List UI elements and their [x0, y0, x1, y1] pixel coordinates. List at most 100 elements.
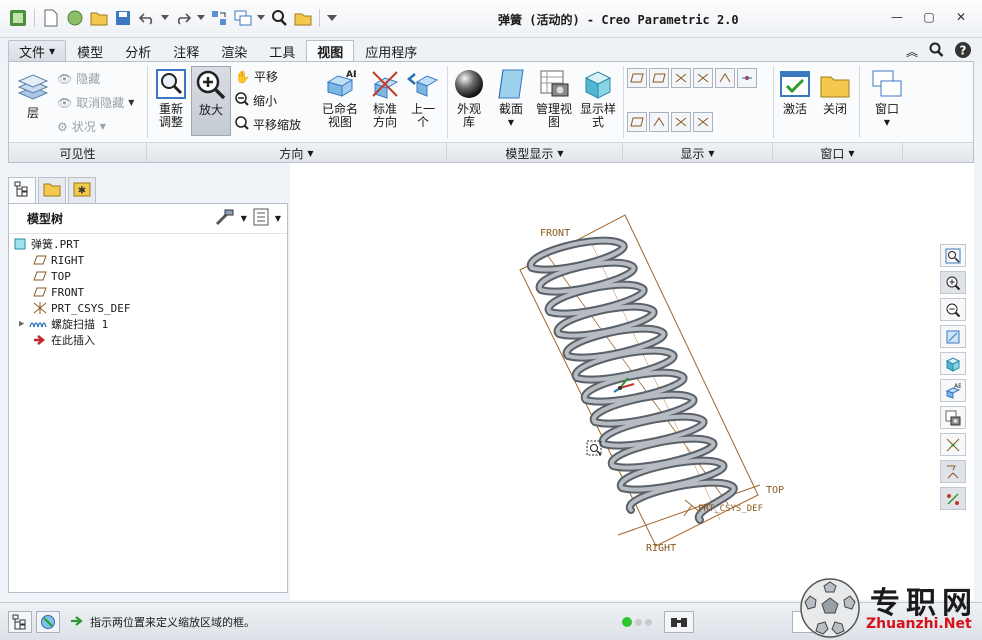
section-button[interactable]: 截面 ▼ — [493, 68, 529, 129]
tree-node-top[interactable]: TOP — [9, 268, 287, 284]
open-folder-icon[interactable] — [89, 8, 109, 28]
appearance-gallery-button[interactable]: 外观 库 — [451, 68, 487, 129]
annotation-display-icon[interactable] — [627, 112, 647, 132]
tab-model[interactable]: 模型 — [66, 40, 114, 62]
model-tree-title: 模型树 — [27, 212, 64, 226]
tab-annotate[interactable]: 注释 — [162, 40, 210, 62]
collapse-ribbon-icon[interactable]: ︽ — [906, 43, 918, 60]
tree-node-right[interactable]: RIGHT — [9, 252, 287, 268]
creo-app-icon[interactable] — [8, 8, 28, 28]
group-orientation[interactable]: 方向 ▼ — [147, 143, 447, 163]
previous-view-button[interactable]: 上一 个 — [407, 68, 439, 129]
redo-icon[interactable] — [173, 8, 193, 28]
refit-button[interactable]: 重新 调整 — [153, 68, 189, 129]
redo-dropdown-icon[interactable] — [197, 8, 205, 28]
csys-display-icon[interactable] — [940, 487, 966, 510]
settings-tools-icon[interactable] — [215, 208, 235, 229]
customize-qat-icon[interactable] — [326, 8, 338, 28]
model-viewport[interactable]: FRONT TOP RIGHT PRT_CSYS_DEF — [290, 163, 974, 600]
spin-center-icon[interactable] — [671, 112, 691, 132]
zoom-in-icon[interactable] — [940, 271, 966, 294]
expand-arrow-icon[interactable]: ▶ — [19, 319, 29, 329]
tree-node-csys[interactable]: PRT_CSYS_DEF — [9, 300, 287, 316]
pan-button[interactable]: ✋ 平移 — [235, 68, 278, 85]
tab-view[interactable]: 视图 — [306, 40, 355, 62]
maximize-button[interactable]: ▢ — [916, 8, 942, 26]
tab-file[interactable]: 文件 ▼ — [8, 40, 67, 62]
activate-button[interactable]: 激活 — [777, 68, 813, 116]
zoom-out-button[interactable]: 缩小 — [235, 92, 277, 109]
group-visibility: 可见性 — [9, 143, 147, 163]
refit-icon[interactable] — [940, 244, 966, 267]
tab-tools[interactable]: 工具 — [258, 40, 306, 62]
search-icon[interactable] — [269, 8, 289, 28]
previous-view-label: 上一 个 — [410, 102, 435, 129]
show-options-icon[interactable] — [253, 208, 269, 229]
datum-display-icon[interactable] — [940, 433, 966, 456]
open-session-icon[interactable] — [65, 8, 85, 28]
tree-node-insert-here[interactable]: 在此插入 — [9, 332, 287, 348]
display-style-icon[interactable] — [940, 352, 966, 375]
tab-analysis[interactable]: 分析 — [114, 40, 162, 62]
regenerate-icon[interactable] — [209, 8, 229, 28]
group-model-display[interactable]: 模型显示 ▼ — [447, 143, 623, 163]
part-icon — [13, 238, 27, 250]
tree-node-part[interactable]: 弹簧.PRT — [9, 236, 287, 252]
windows-dropdown-icon[interactable] — [257, 8, 265, 28]
close-window-icon[interactable] — [293, 8, 313, 28]
dimension-display-icon[interactable] — [649, 112, 669, 132]
find-icon[interactable] — [664, 611, 694, 633]
status-button[interactable]: ⚙ 状况 ▼ — [57, 118, 106, 135]
manage-views-button[interactable]: 管理视 图 — [533, 68, 575, 129]
saved-views-icon[interactable]: AB — [940, 379, 966, 402]
windows-button[interactable]: 窗口 ▼ — [867, 68, 907, 129]
chevron-down-icon[interactable]: ▼ — [275, 214, 281, 223]
toggle-browser-icon[interactable] — [36, 611, 60, 633]
display-style-button[interactable]: 显示样 式 — [577, 68, 619, 129]
standard-orientation-icon — [369, 68, 401, 100]
group-window[interactable]: 窗口 ▼ — [773, 143, 903, 163]
saved-views-button[interactable]: AB 已命名 视图 — [317, 68, 363, 129]
help-icon[interactable]: ? — [954, 41, 972, 62]
point-display-icon[interactable] — [693, 68, 713, 88]
pan-zoom-button[interactable]: 平移缩放 — [235, 116, 301, 133]
undo-dropdown-icon[interactable] — [161, 8, 169, 28]
unhide-icon: 👁 — [57, 95, 73, 110]
standard-orientation-button[interactable]: 标准 方向 — [365, 68, 405, 129]
zoom-out-icon[interactable] — [940, 298, 966, 321]
folder-browser-icon — [43, 181, 61, 200]
tab-render[interactable]: 渲染 — [210, 40, 258, 62]
group-show[interactable]: 显示 ▼ — [623, 143, 773, 163]
tab-folder-browser[interactable] — [38, 177, 66, 203]
axis-display-icon[interactable] — [671, 68, 691, 88]
zoom-in-button[interactable]: 放大 — [191, 66, 231, 136]
tab-favorites[interactable]: ✱ — [68, 177, 96, 203]
csys-display-icon[interactable] — [737, 68, 757, 88]
windows-icon[interactable] — [233, 8, 253, 28]
plane-tag-display-icon[interactable] — [649, 68, 669, 88]
toggle-navigator-icon[interactable] — [8, 611, 32, 633]
tab-label: 应用程序 — [365, 46, 418, 61]
chevron-down-icon[interactable]: ▼ — [241, 214, 247, 223]
view-manager-icon[interactable] — [940, 406, 966, 429]
csys-tag-display-icon[interactable] — [693, 112, 713, 132]
minimize-button[interactable]: — — [884, 8, 910, 26]
search-icon[interactable] — [928, 42, 944, 61]
graphics-window[interactable]: FRONT TOP RIGHT PRT_CSYS_DEF — [290, 163, 974, 600]
layer-button[interactable]: 层 — [15, 72, 51, 120]
tree-node-front[interactable]: FRONT — [9, 284, 287, 300]
unhide-button[interactable]: 👁 取消隐藏 ▼ — [57, 94, 134, 111]
tab-model-tree[interactable] — [8, 177, 36, 203]
hide-button[interactable]: 👁 隐藏 — [57, 70, 100, 87]
close-window-button[interactable]: 关闭 — [817, 68, 853, 116]
repaint-icon[interactable] — [940, 325, 966, 348]
point-display-icon[interactable] — [940, 460, 966, 483]
plane-display-icon[interactable] — [627, 68, 647, 88]
tab-applications[interactable]: 应用程序 — [354, 40, 428, 62]
tree-node-helical-sweep[interactable]: ▶ 螺旋扫描 1 — [9, 316, 287, 332]
undo-icon[interactable] — [137, 8, 157, 28]
point-tag-display-icon[interactable] — [715, 68, 735, 88]
close-button[interactable]: ✕ — [948, 8, 974, 26]
new-file-icon[interactable] — [41, 8, 61, 28]
save-icon[interactable] — [113, 8, 133, 28]
